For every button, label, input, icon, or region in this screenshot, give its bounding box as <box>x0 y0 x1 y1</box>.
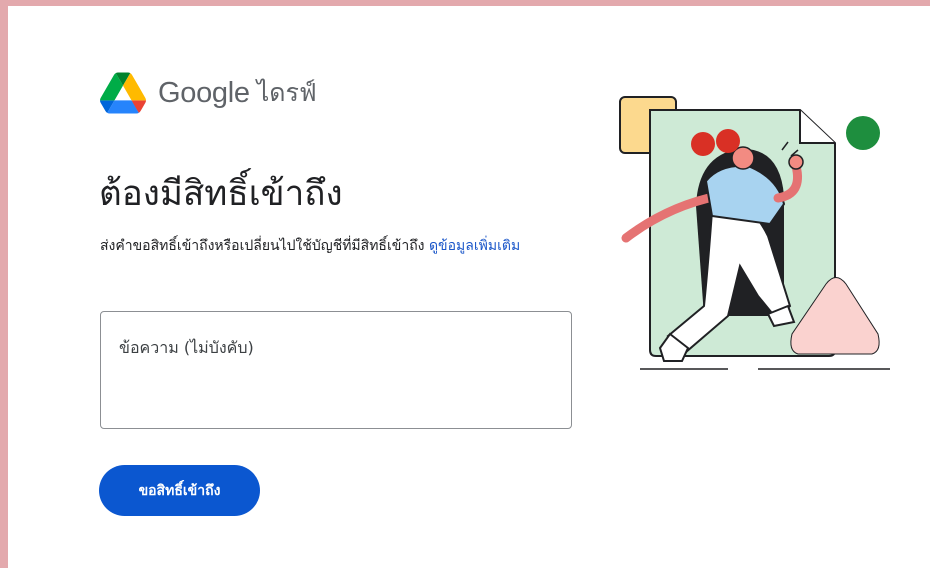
description-text: ส่งคำขอสิทธิ์เข้าถึงหรือเปลี่ยนไปใช้บัญช… <box>100 238 425 254</box>
page-title: ต้องมีสิทธิ์เข้าถึง <box>99 174 343 214</box>
access-illustration <box>619 96 890 370</box>
google-wordmark: Google <box>158 76 250 109</box>
message-input[interactable]: ข้อความ (ไม่บังคับ) <box>100 311 572 429</box>
learn-more-link[interactable]: ดูข้อมูลเพิ่มเติม <box>429 238 520 254</box>
request-access-button[interactable]: ขอสิทธิ์เข้าถึง <box>99 465 260 516</box>
product-name: ไดรฟ์ <box>256 78 317 107</box>
message-placeholder: ข้อความ (ไม่บังคับ) <box>119 338 254 357</box>
access-request-card: Google ไดรฟ์ ต้องมีสิทธิ์เข้าถึง ส่งคำขอ… <box>8 6 930 568</box>
drive-header: Google ไดรฟ์ <box>100 72 317 114</box>
description: ส่งคำขอสิทธิ์เข้าถึงหรือเปลี่ยนไปใช้บัญช… <box>100 232 570 260</box>
google-drive-logo-icon <box>100 72 146 114</box>
